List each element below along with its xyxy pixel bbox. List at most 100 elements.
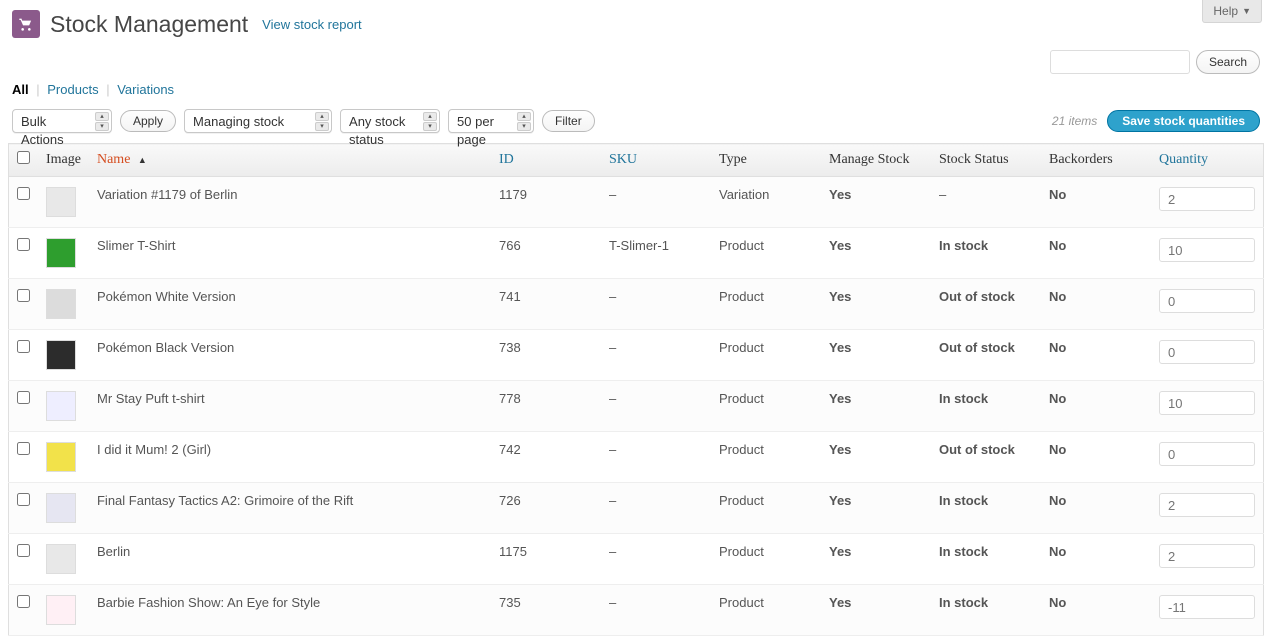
stock-status: Out of stock (931, 432, 1041, 483)
col-qty[interactable]: Quantity (1151, 144, 1264, 177)
product-sku: – (601, 534, 711, 585)
product-name[interactable]: Barbie Fashion Show: An Eye for Style (89, 585, 491, 636)
product-type: Product (711, 228, 821, 279)
row-checkbox[interactable] (17, 238, 30, 251)
page-title: Stock Management (50, 11, 248, 38)
product-id: 778 (491, 381, 601, 432)
product-type: Product (711, 330, 821, 381)
filter-button[interactable]: Filter (542, 110, 595, 132)
row-checkbox[interactable] (17, 187, 30, 200)
quantity-input[interactable] (1159, 340, 1255, 364)
product-type: Product (711, 483, 821, 534)
quantity-input[interactable] (1159, 391, 1255, 415)
stepper-icon: ▴▾ (517, 112, 531, 131)
product-type: Product (711, 432, 821, 483)
product-thumbnail[interactable] (46, 595, 76, 625)
bulk-actions-select[interactable]: Bulk Actions ▴▾ (12, 109, 112, 133)
stock-status: In stock (931, 381, 1041, 432)
managing-stock-select[interactable]: Managing stock ▴▾ (184, 109, 332, 133)
product-id: 735 (491, 585, 601, 636)
row-checkbox[interactable] (17, 544, 30, 557)
quantity-input[interactable] (1159, 493, 1255, 517)
product-sku: – (601, 381, 711, 432)
table-row: Slimer T-Shirt766T-Slimer-1ProductYesIn … (9, 228, 1264, 279)
search-input[interactable] (1050, 50, 1190, 74)
view-report-link[interactable]: View stock report (262, 17, 361, 32)
stock-status: In stock (931, 534, 1041, 585)
product-thumbnail[interactable] (46, 289, 76, 319)
table-row: Pokémon White Version741–ProductYesOut o… (9, 279, 1264, 330)
product-id: 1175 (491, 534, 601, 585)
product-id: 1179 (491, 177, 601, 228)
stock-status: Out of stock (931, 330, 1041, 381)
filter-products[interactable]: Products (47, 82, 98, 97)
manage-stock: Yes (821, 228, 931, 279)
product-type: Variation (711, 177, 821, 228)
product-sku: T-Slimer-1 (601, 228, 711, 279)
apply-button[interactable]: Apply (120, 110, 176, 132)
quantity-input[interactable] (1159, 595, 1255, 619)
manage-stock: Yes (821, 534, 931, 585)
product-thumbnail[interactable] (46, 340, 76, 370)
filter-variations[interactable]: Variations (117, 82, 174, 97)
product-name[interactable]: I did it Mum! 2 (Girl) (89, 432, 491, 483)
select-all-checkbox[interactable] (17, 151, 30, 164)
stock-status: Out of stock (931, 279, 1041, 330)
product-thumbnail[interactable] (46, 544, 76, 574)
table-row: Pokémon Black Version738–ProductYesOut o… (9, 330, 1264, 381)
quantity-input[interactable] (1159, 442, 1255, 466)
product-thumbnail[interactable] (46, 187, 76, 217)
backorders: No (1041, 483, 1151, 534)
quantity-input[interactable] (1159, 544, 1255, 568)
product-sku: – (601, 483, 711, 534)
stock-table: Image Name ▲ ID SKU Type Manage Stock St… (8, 143, 1264, 636)
product-name[interactable]: Mr Stay Puft t-shirt (89, 381, 491, 432)
product-sku: – (601, 585, 711, 636)
product-sku: – (601, 432, 711, 483)
stock-status: In stock (931, 483, 1041, 534)
product-id: 742 (491, 432, 601, 483)
stepper-icon: ▴▾ (95, 112, 109, 131)
quantity-input[interactable] (1159, 238, 1255, 262)
items-count: 21 items (1052, 114, 1097, 128)
per-page-select[interactable]: 50 per page ▴▾ (448, 109, 534, 133)
table-row: Variation #1179 of Berlin1179–VariationY… (9, 177, 1264, 228)
save-quantities-button[interactable]: Save stock quantities (1107, 110, 1260, 132)
row-checkbox[interactable] (17, 340, 30, 353)
stock-status-select[interactable]: Any stock status ▴▾ (340, 109, 440, 133)
filter-all[interactable]: All (12, 82, 29, 97)
row-checkbox[interactable] (17, 391, 30, 404)
product-type: Product (711, 381, 821, 432)
backorders: No (1041, 432, 1151, 483)
quantity-input[interactable] (1159, 289, 1255, 313)
product-thumbnail[interactable] (46, 238, 76, 268)
sort-asc-icon: ▲ (138, 155, 147, 165)
product-name[interactable]: Slimer T-Shirt (89, 228, 491, 279)
product-thumbnail[interactable] (46, 442, 76, 472)
col-back: Backorders (1041, 144, 1151, 177)
row-checkbox[interactable] (17, 442, 30, 455)
product-type: Product (711, 585, 821, 636)
product-type: Product (711, 279, 821, 330)
col-manage: Manage Stock (821, 144, 931, 177)
col-sku[interactable]: SKU (601, 144, 711, 177)
product-name[interactable]: Pokémon Black Version (89, 330, 491, 381)
product-name[interactable]: Variation #1179 of Berlin (89, 177, 491, 228)
product-name[interactable]: Final Fantasy Tactics A2: Grimoire of th… (89, 483, 491, 534)
product-thumbnail[interactable] (46, 391, 76, 421)
help-label: Help (1213, 4, 1238, 18)
table-row: I did it Mum! 2 (Girl)742–ProductYesOut … (9, 432, 1264, 483)
product-type: Product (711, 534, 821, 585)
help-tab[interactable]: Help ▼ (1202, 0, 1262, 23)
backorders: No (1041, 279, 1151, 330)
product-thumbnail[interactable] (46, 493, 76, 523)
manage-stock: Yes (821, 585, 931, 636)
stock-status: In stock (931, 585, 1041, 636)
table-row: Berlin1175–ProductYesIn stockNo (9, 534, 1264, 585)
product-name[interactable]: Pokémon White Version (89, 279, 491, 330)
search-button[interactable]: Search (1196, 50, 1260, 74)
product-name[interactable]: Berlin (89, 534, 491, 585)
quantity-input[interactable] (1159, 187, 1255, 211)
row-checkbox[interactable] (17, 595, 30, 608)
row-checkbox[interactable] (17, 289, 30, 302)
